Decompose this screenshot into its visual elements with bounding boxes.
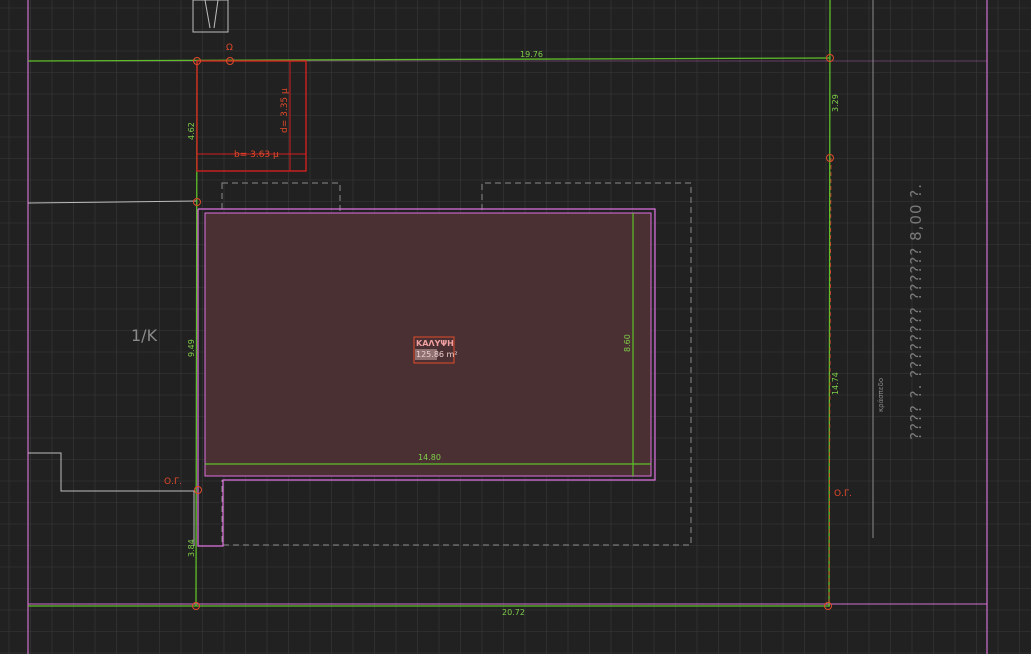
plot-top: [27, 57, 831, 62]
curb-label: κράσπεδο: [877, 378, 885, 412]
dim-bottom: 20.72: [502, 608, 525, 617]
neighbor-building-diag: [204, 0, 211, 29]
dim-annex-width: b= 3.63 μ: [234, 150, 279, 160]
point-label: Ω: [226, 43, 233, 53]
dim-building-depth: 8.60: [623, 334, 632, 352]
dim-left-mid: 9.49: [187, 339, 196, 357]
dim-left-bottom: 3.84: [187, 539, 196, 557]
dim-right-main: 14.74: [831, 372, 840, 395]
coverage-value: 125.86 m²: [416, 350, 458, 359]
dim-building-width: 14.80: [418, 453, 441, 462]
dim-right-top: 3.29: [831, 94, 840, 112]
og-label-right: Ο.Γ.: [834, 489, 852, 499]
cad-drawing-canvas[interactable]: 19.76 20.72 3.29 14.74 4.62 9.49 3.84 14…: [0, 0, 1031, 654]
neighbor-outline-bottom: [28, 452, 195, 546]
road-width-label: ???? ?. ???????? ?????? 8,00 ?.: [907, 183, 925, 440]
parcel-id-label: 1/K: [131, 326, 158, 345]
neighbor-building-diag2: [213, 0, 219, 29]
dim-left-top: 4.62: [187, 122, 196, 140]
dim-top: 19.76: [520, 50, 543, 59]
og-label-left: Ο.Γ.: [164, 477, 182, 487]
neighbor-building-top: [192, 0, 229, 33]
coverage-title: ΚΑΛΥΨΗ: [416, 339, 454, 348]
dim-annex-height: d= 3.35 μ: [280, 88, 290, 133]
